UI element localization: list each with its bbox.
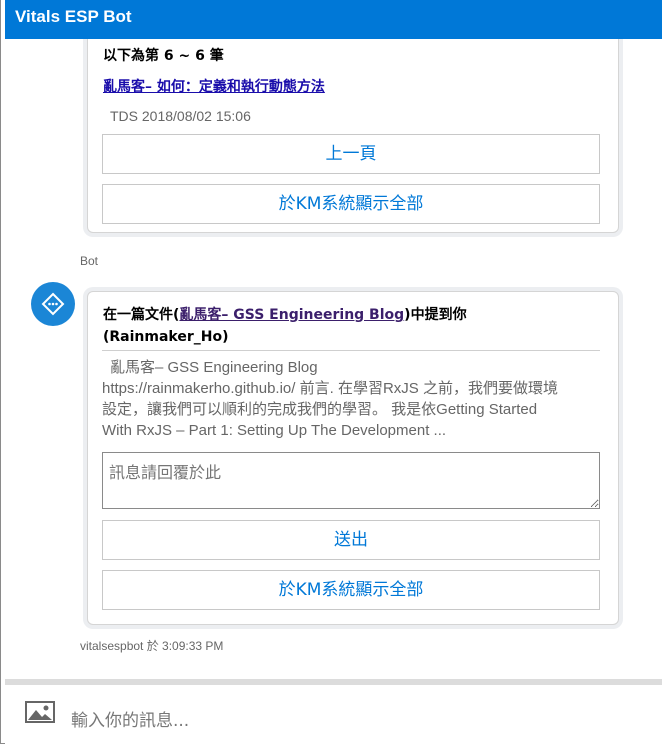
show-all-km-button[interactable]: 於KM系統顯示全部 <box>102 184 600 224</box>
chat-history[interactable]: 以下為第 6 ~ 6 筆 亂馬客– 如何：定義和執行動態方法 TDS 2018/… <box>5 39 662 679</box>
bot-diamond-icon <box>41 292 65 316</box>
snippet-line: 設定，讓我們可以順利的完成我們的學習。 我是依Getting Started <box>102 401 538 418</box>
snippet-line: With RxJS – Part 1: Setting Up The Devel… <box>102 422 447 439</box>
message-input[interactable]: 輸入你的訊息... <box>71 706 189 731</box>
message-timestamp: vitalsespbot 於 3:09:33 PM <box>80 639 224 653</box>
snippet-line: 亂馬客– GSS Engineering Blog <box>110 359 318 376</box>
sender-label: Bot <box>80 254 99 268</box>
document-snippet: 亂馬客– GSS Engineering Blog https://rainma… <box>102 357 607 441</box>
mention-title-prefix: 在一篇文件( <box>103 307 180 323</box>
show-all-km-button[interactable]: 於KM系統顯示全部 <box>102 570 600 610</box>
document-meta: TDS 2018/08/02 15:06 <box>110 108 251 124</box>
image-upload-icon[interactable] <box>25 701 55 727</box>
snippet-line: https://rainmakerho.github.io/ 前言. 在學習Rx… <box>102 380 558 397</box>
send-button[interactable]: 送出 <box>102 520 600 560</box>
result-card: 以下為第 6 ~ 6 筆 亂馬客– 如何：定義和執行動態方法 TDS 2018/… <box>87 39 619 233</box>
bot-avatar <box>31 282 75 326</box>
reply-textarea[interactable] <box>102 452 600 509</box>
mention-document-link[interactable]: 亂馬客– GSS Engineering Blog <box>179 307 404 323</box>
result-range-heading: 以下為第 6 ~ 6 筆 <box>103 48 224 64</box>
title-divider <box>102 350 600 351</box>
app-title: Vitals ESP Bot <box>5 0 662 39</box>
message-input-bar: 輸入你的訊息... <box>5 679 662 745</box>
mention-title: 在一篇文件(亂馬客– GSS Engineering Blog)中提到你 (Ra… <box>103 304 603 348</box>
mention-title-user: (Rainmaker_Ho) <box>103 329 229 345</box>
document-link[interactable]: 亂馬客– 如何：定義和執行動態方法 <box>103 76 325 96</box>
mention-card: 在一篇文件(亂馬客– GSS Engineering Blog)中提到你 (Ra… <box>87 291 619 625</box>
prev-page-button[interactable]: 上一頁 <box>102 134 600 174</box>
mention-title-suffix: )中提到你 <box>404 307 467 323</box>
